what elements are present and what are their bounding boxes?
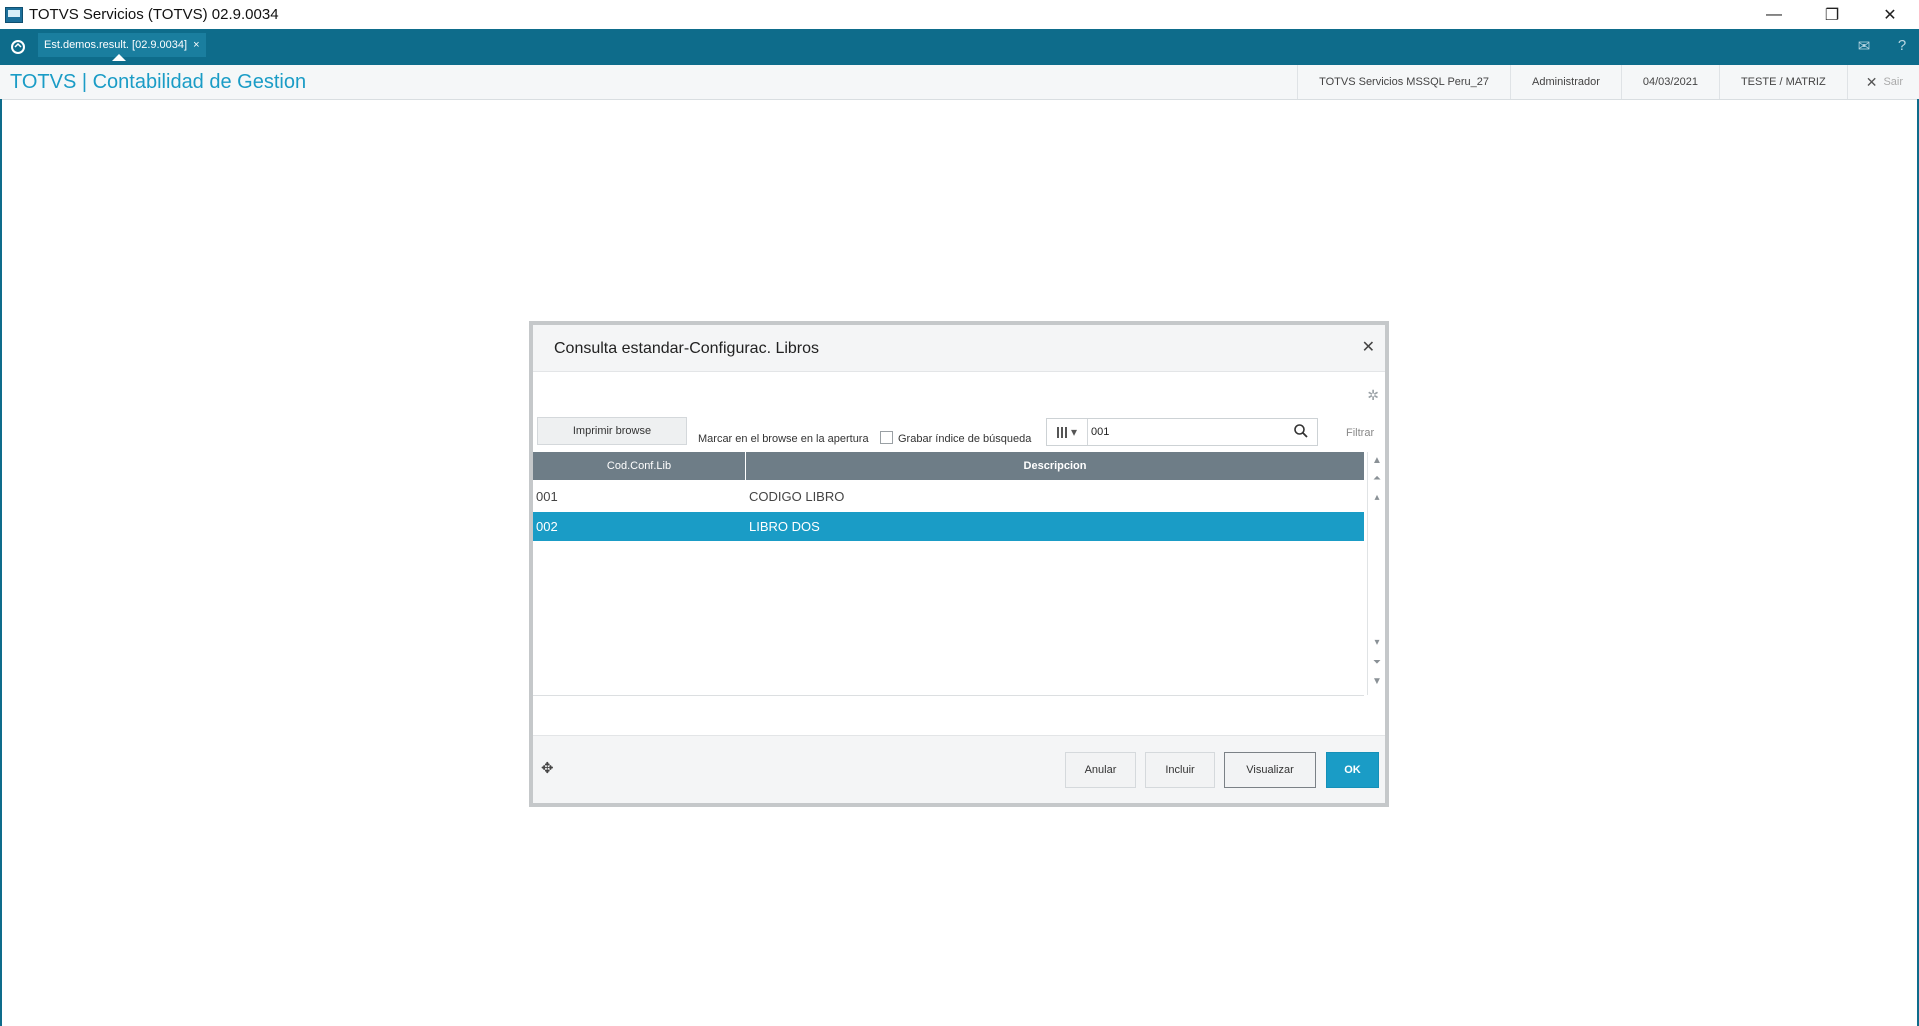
- scroll-page-down-icon[interactable]: ⏷: [1371, 657, 1383, 669]
- scroll-down-icon[interactable]: ▾: [1371, 637, 1383, 649]
- cell-description: CODIGO LIBRO: [749, 489, 845, 504]
- print-browse-button[interactable]: Imprimir browse: [537, 417, 687, 445]
- module-header: TOTVS | Contabilidad de Gestion TOTVS Se…: [0, 65, 1919, 100]
- mail-icon[interactable]: ✉: [1855, 37, 1873, 55]
- table-row-selected[interactable]: 002 LIBRO DOS: [533, 512, 1364, 541]
- column-header-code[interactable]: Cod.Conf.Lib: [533, 452, 746, 480]
- tab-label: Est.demos.result. [02.9.0034]: [44, 39, 188, 51]
- window-titlebar: TOTVS Servicios (TOTVS) 02.9.0034 — ❐ ✕: [0, 0, 1919, 29]
- include-button[interactable]: Incluir: [1145, 752, 1215, 788]
- scroll-top-icon[interactable]: ▲: [1371, 455, 1383, 467]
- environment-label[interactable]: TOTVS Servicios MSSQL Peru_27: [1297, 65, 1510, 99]
- save-index-checkbox[interactable]: [880, 431, 893, 444]
- date-label[interactable]: 04/03/2021: [1620, 65, 1719, 99]
- table-header: Cod.Conf.Lib Descripcion: [533, 452, 1364, 480]
- column-selector-dropdown[interactable]: ▾: [1047, 419, 1088, 445]
- window-title: TOTVS Servicios (TOTVS) 02.9.0034: [29, 6, 279, 23]
- restore-button[interactable]: ❐: [1803, 0, 1861, 29]
- dialog-title: Consulta estandar-Configurac. Libros: [554, 340, 820, 357]
- mark-on-open-label: Marcar en el browse en la apertura: [698, 433, 869, 445]
- exit-button[interactable]: ✕ Sair: [1846, 65, 1919, 99]
- frame-border-left: [0, 99, 2, 1026]
- scroll-bottom-icon[interactable]: ▼: [1371, 676, 1383, 688]
- table-scrollbar[interactable]: ▲ ⏶ ▴ ▾ ⏷ ▼: [1367, 452, 1386, 695]
- cell-code: 002: [536, 519, 558, 534]
- window-controls: — ❐ ✕: [1745, 0, 1919, 29]
- close-icon: ✕: [1865, 73, 1878, 90]
- close-window-button[interactable]: ✕: [1861, 0, 1919, 29]
- home-icon[interactable]: [9, 38, 27, 56]
- column-header-description[interactable]: Descripcion: [746, 452, 1364, 480]
- active-tab-indicator: [112, 54, 126, 61]
- dialog-close-icon[interactable]: ✕: [1362, 337, 1375, 357]
- scroll-page-up-icon[interactable]: ⏶: [1371, 473, 1383, 485]
- cell-description: LIBRO DOS: [749, 519, 820, 534]
- filter-link[interactable]: Filtrar: [1346, 427, 1374, 439]
- session-info: TOTVS Servicios MSSQL Peru_27 Administra…: [1297, 65, 1919, 99]
- search-field: ▾: [1046, 418, 1318, 446]
- search-input[interactable]: [1091, 423, 1281, 441]
- branch-label[interactable]: TESTE / MATRIZ: [1718, 65, 1847, 99]
- minimize-button[interactable]: —: [1745, 0, 1803, 29]
- cancel-button[interactable]: Anular: [1065, 752, 1136, 788]
- move-icon[interactable]: ✥: [541, 759, 554, 777]
- module-title: TOTVS | Contabilidad de Gestion: [10, 71, 307, 93]
- help-icon[interactable]: ?: [1893, 37, 1911, 55]
- dialog-footer: ✥ Anular Incluir Visualizar OK: [533, 735, 1385, 803]
- ok-button[interactable]: OK: [1326, 752, 1379, 788]
- chevron-down-icon: ▾: [1070, 425, 1078, 439]
- tab-strip: Est.demos.result. [02.9.0034] × ✉ ?: [0, 29, 1919, 65]
- columns-icon: [1056, 426, 1067, 438]
- scroll-up-icon[interactable]: ▴: [1371, 492, 1383, 504]
- tab-close-icon[interactable]: ×: [193, 39, 199, 51]
- lookup-dialog: Consulta estandar-Configurac. Libros ✕ ✲…: [529, 321, 1389, 807]
- cell-code: 001: [536, 489, 558, 504]
- results-table: Cod.Conf.Lib Descripcion 001 CODIGO LIBR…: [533, 452, 1364, 696]
- view-button[interactable]: Visualizar: [1224, 752, 1316, 788]
- user-label[interactable]: Administrador: [1510, 65, 1621, 99]
- search-icon[interactable]: [1293, 423, 1309, 439]
- app-icon: [5, 6, 23, 23]
- exit-label: Sair: [1883, 76, 1903, 88]
- save-index-label: Grabar índice de búsqueda: [898, 433, 1032, 445]
- table-row[interactable]: 001 CODIGO LIBRO: [533, 482, 1364, 511]
- dialog-header: Consulta estandar-Configurac. Libros ✕: [533, 325, 1385, 372]
- gear-icon[interactable]: ✲: [1367, 387, 1379, 404]
